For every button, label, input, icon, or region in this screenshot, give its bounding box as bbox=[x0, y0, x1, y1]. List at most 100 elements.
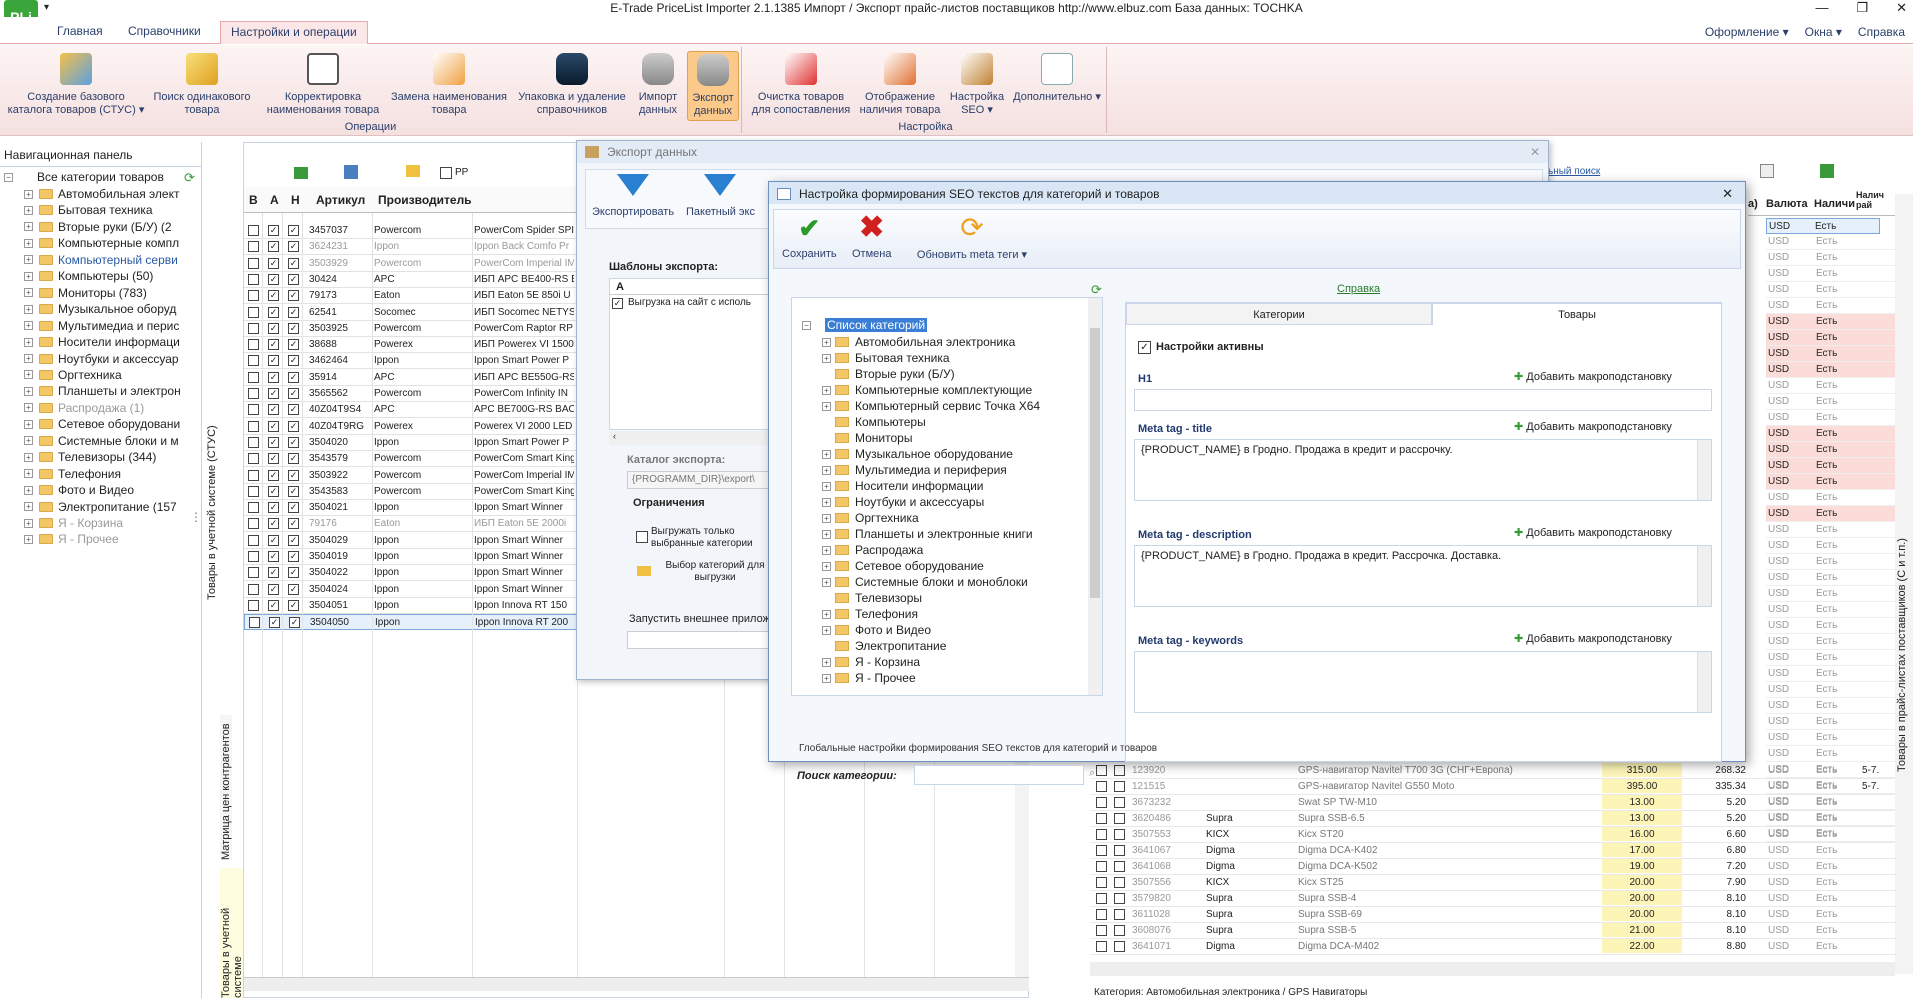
expand-icon[interactable]: + bbox=[24, 205, 33, 215]
field-scrollbar[interactable] bbox=[1697, 546, 1711, 606]
row-checkbox-n[interactable]: ✓ bbox=[288, 322, 299, 334]
tree-item[interactable]: + Бытовая техника bbox=[822, 351, 950, 365]
row-checkbox-v[interactable] bbox=[248, 534, 259, 546]
table-row[interactable]: USD Есть bbox=[1766, 394, 1895, 410]
tree-scrollbar[interactable] bbox=[1088, 298, 1102, 695]
row-checkbox[interactable] bbox=[1114, 893, 1125, 904]
grid-settings-icon[interactable] bbox=[1760, 164, 1774, 178]
table-row[interactable]: USD Есть bbox=[1766, 442, 1895, 458]
table-row[interactable]: USD Есть bbox=[1766, 570, 1895, 586]
row-checkbox-v[interactable] bbox=[248, 241, 259, 253]
col-manufacturer[interactable]: Производитель bbox=[378, 193, 472, 207]
row-checkbox-a[interactable]: ✓ bbox=[268, 241, 279, 253]
row-checkbox-v[interactable] bbox=[249, 617, 260, 629]
row-checkbox-a[interactable]: ✓ bbox=[268, 469, 279, 481]
table-row[interactable]: 3611028 Supra Supra SSB-69 20.00 8.10 USD Есть bbox=[1090, 907, 1913, 923]
expand-icon[interactable]: + bbox=[24, 386, 33, 396]
row-checkbox-n[interactable]: ✓ bbox=[288, 583, 299, 595]
col-availability-extra[interactable]: Налич рай bbox=[1856, 190, 1884, 210]
tree-item[interactable]: +Электропитание bbox=[822, 639, 946, 653]
table-row[interactable]: 123920 GPS-навигатор Navitel T700 3G (СНГ… bbox=[1090, 763, 1913, 779]
table-row[interactable]: USD Есть bbox=[1766, 474, 1895, 490]
expand-icon[interactable]: + bbox=[822, 465, 831, 475]
expand-icon[interactable]: + bbox=[822, 401, 831, 411]
expand-icon[interactable]: + bbox=[24, 222, 33, 232]
nav-item[interactable]: + Компьютерные компл bbox=[24, 236, 179, 250]
add-macro-button[interactable]: ✚ Добавить макроподстановку bbox=[1514, 420, 1672, 433]
row-checkbox[interactable] bbox=[1114, 829, 1125, 840]
table-row[interactable]: USD Есть bbox=[1766, 426, 1895, 442]
table-row[interactable]: USD Есть bbox=[1766, 602, 1895, 618]
table-row[interactable]: USD Есть bbox=[1766, 682, 1895, 698]
tree-item[interactable]: + Компьютерный сервис Точка X64 bbox=[822, 399, 1040, 413]
show-availability-button[interactable]: Отображение наличия товара bbox=[857, 53, 943, 117]
table-row[interactable]: USD Есть bbox=[1766, 362, 1895, 378]
row-checkbox-v[interactable] bbox=[248, 420, 259, 432]
row-checkbox-v[interactable] bbox=[248, 306, 259, 318]
expand-icon[interactable]: + bbox=[24, 321, 33, 331]
choose-categories-button[interactable]: Выбор категорий для выгрузки bbox=[655, 560, 775, 584]
expand-icon[interactable]: + bbox=[822, 385, 831, 395]
table-row[interactable]: 3507556 KICX Kicx ST25 20.00 7.90 USD Есть bbox=[1090, 875, 1913, 891]
add-macro-button[interactable]: ✚ Добавить макроподстановку bbox=[1514, 370, 1672, 383]
nav-item[interactable]: + Бытовая техника bbox=[24, 203, 153, 217]
tree-item[interactable]: + Носители информации bbox=[822, 479, 983, 493]
menu-windows[interactable]: Окна ▾ bbox=[1805, 25, 1842, 39]
quick-access-dropdown-icon[interactable]: ▾ bbox=[44, 2, 49, 13]
expand-icon[interactable]: + bbox=[24, 452, 33, 462]
nav-item[interactable]: + Я - Корзина bbox=[24, 516, 123, 530]
row-checkbox[interactable] bbox=[1096, 877, 1107, 888]
row-checkbox-n[interactable]: ✓ bbox=[288, 225, 299, 236]
tab-references[interactable]: Справочники bbox=[128, 24, 201, 38]
seo-field-input[interactable] bbox=[1134, 651, 1712, 713]
close-icon[interactable]: ✕ bbox=[1530, 145, 1540, 159]
col-a[interactable]: А bbox=[270, 193, 279, 207]
row-checkbox-v[interactable] bbox=[248, 257, 259, 269]
row-checkbox-a[interactable]: ✓ bbox=[268, 339, 279, 351]
row-checkbox-n[interactable]: ✓ bbox=[288, 436, 299, 448]
row-checkbox-a[interactable]: ✓ bbox=[268, 567, 279, 579]
tree-item[interactable]: +Компьютеры bbox=[822, 415, 926, 429]
tree-item[interactable]: + Телефония bbox=[822, 607, 918, 621]
row-checkbox-a[interactable]: ✓ bbox=[268, 404, 279, 416]
table-row[interactable]: USD Есть bbox=[1766, 650, 1895, 666]
row-checkbox-a[interactable]: ✓ bbox=[268, 534, 279, 546]
row-checkbox[interactable] bbox=[1114, 797, 1125, 808]
row-checkbox-a[interactable]: ✓ bbox=[268, 599, 279, 611]
nav-item[interactable]: + Планшеты и электрон bbox=[24, 384, 181, 398]
row-checkbox-n[interactable]: ✓ bbox=[288, 518, 299, 530]
col-n[interactable]: Н bbox=[291, 193, 300, 207]
table-row[interactable]: USD Есть bbox=[1766, 314, 1895, 330]
nav-item[interactable]: + Я - Прочее bbox=[24, 532, 119, 546]
row-checkbox-v[interactable] bbox=[248, 485, 259, 497]
row-checkbox-a[interactable]: ✓ bbox=[269, 617, 280, 629]
row-checkbox[interactable] bbox=[1114, 877, 1125, 888]
expand-icon[interactable]: + bbox=[24, 436, 33, 446]
table-row[interactable]: USD Есть bbox=[1766, 506, 1895, 522]
table-row[interactable]: USD Есть bbox=[1766, 458, 1895, 474]
table-row[interactable]: 3620486 Supra Supra SSB-6.5 13.00 5.20 USD Ест… bbox=[1090, 811, 1913, 827]
row-checkbox-n[interactable]: ✓ bbox=[288, 290, 299, 302]
col-currency[interactable]: Валюта bbox=[1766, 198, 1808, 210]
nav-item[interactable]: + Телефония bbox=[24, 467, 121, 481]
expand-icon[interactable]: + bbox=[822, 673, 831, 683]
table-row[interactable]: 3673232 Swat SP TW-M10 13.00 5.20 USD Есть bbox=[1090, 795, 1913, 811]
save-button[interactable]: ✔ Сохранить bbox=[782, 214, 837, 260]
row-checkbox-a[interactable]: ✓ bbox=[268, 388, 279, 399]
export-icon[interactable] bbox=[1820, 164, 1834, 178]
row-checkbox-v[interactable] bbox=[248, 436, 259, 448]
table-row[interactable]: 3641071 Digma Digma DCA-M402 22.00 8.80 USD Ес… bbox=[1090, 939, 1913, 955]
row-checkbox-n[interactable]: ✓ bbox=[288, 388, 299, 399]
expand-icon[interactable]: + bbox=[822, 561, 831, 571]
scroll-thumb[interactable] bbox=[1090, 328, 1100, 598]
table-row[interactable]: 3641068 Digma Digma DCA-K502 19.00 7.20 USD Ес… bbox=[1090, 859, 1913, 875]
add-macro-button[interactable]: ✚ Добавить макроподстановку bbox=[1514, 632, 1672, 645]
row-checkbox-v[interactable] bbox=[248, 567, 259, 579]
tab-products[interactable]: Товары bbox=[1432, 303, 1722, 325]
row-checkbox-n[interactable]: ✓ bbox=[288, 257, 299, 269]
tree-item[interactable]: + Музыкальное оборудование bbox=[822, 447, 1013, 461]
export-data-button[interactable]: Экспорт данных bbox=[687, 51, 739, 121]
table-row[interactable]: USD Есть bbox=[1766, 586, 1895, 602]
field-scrollbar[interactable] bbox=[1697, 440, 1711, 500]
row-checkbox[interactable] bbox=[1096, 861, 1107, 872]
